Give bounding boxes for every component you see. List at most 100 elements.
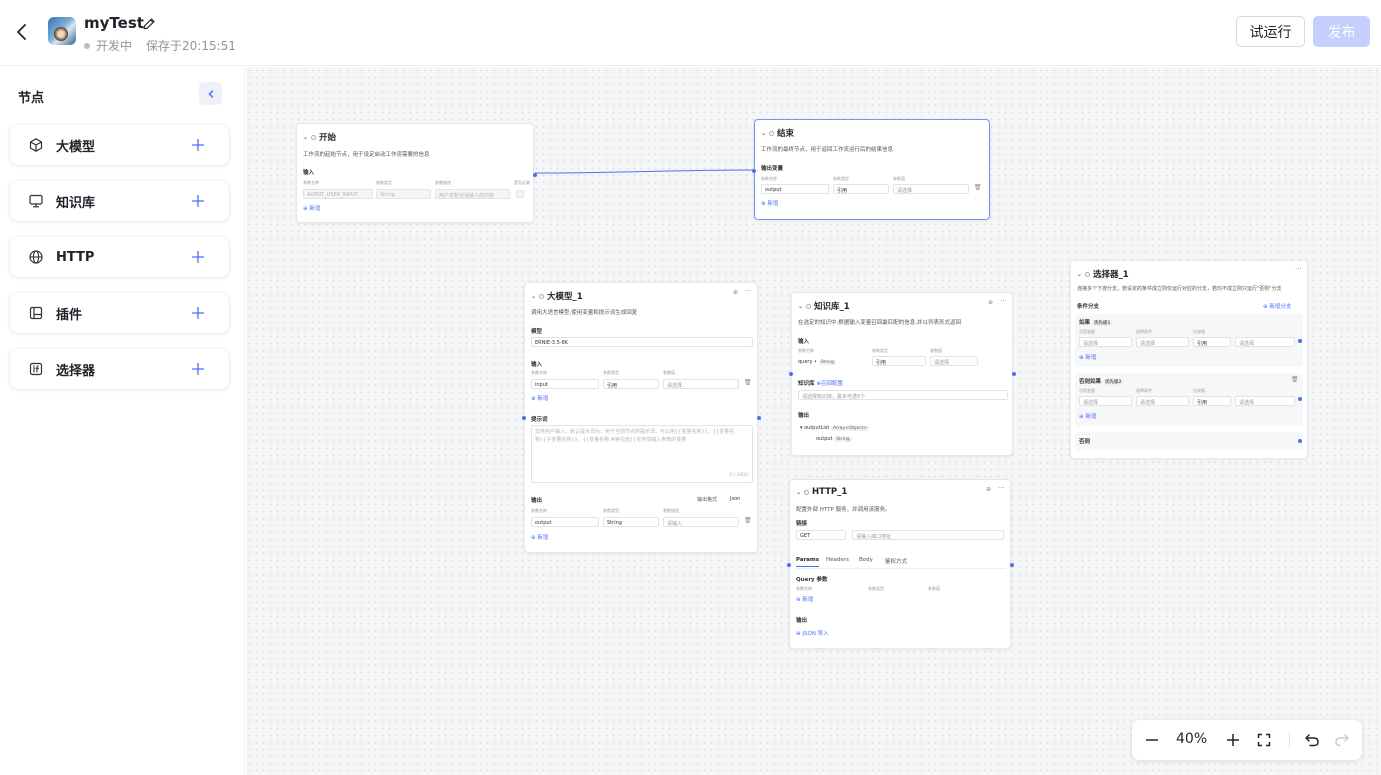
node-http[interactable]: ⌄ HTTP_1 ⊕ ··· 配置外部 HTTP 服务，并调用该服务。 链接 GE…	[787, 479, 1014, 649]
tab-body[interactable]: Body	[859, 557, 873, 563]
param-name-field[interactable]: AGENT_USER_INPUT	[303, 189, 373, 199]
else-branch-port[interactable]	[1298, 439, 1302, 443]
delete-icon[interactable]: 🗑	[974, 184, 982, 191]
json-import-button[interactable]: ⊕ JSON 导入	[796, 629, 829, 637]
chevron-down-icon[interactable]: ⌄	[1077, 271, 1082, 278]
zoom-in-button[interactable]	[1222, 729, 1244, 751]
more-icon[interactable]: ···	[745, 287, 752, 295]
redo-button[interactable]	[1331, 729, 1353, 751]
plus-icon[interactable]	[191, 306, 205, 320]
more-icon[interactable]: ···	[1000, 297, 1007, 305]
chevron-down-icon[interactable]: ⌄	[798, 303, 803, 310]
plus-icon[interactable]	[191, 362, 205, 376]
col-header: 参数名称	[796, 586, 812, 591]
node-start[interactable]: ⌄ 开始 工作流的起始节点，用于设定启动工作流需要的信息 输入 参数名称 参数类型…	[296, 123, 537, 223]
collapse-sidebar-button[interactable]	[199, 82, 222, 105]
add-output-button[interactable]: ⊕ 新增	[531, 533, 548, 541]
settings-icon[interactable]: ⊕	[986, 486, 991, 493]
recall-config-link[interactable]: ⊕召回配置	[816, 381, 843, 387]
delete-icon[interactable]: 🗑	[744, 517, 752, 524]
node-knowledge[interactable]: ⌄ 知识库_1 ⊕ ··· 在选定的知识中,根据输入变量召回最匹配的信息,并以列表…	[789, 292, 1016, 456]
add-param-button[interactable]: ⊕ 新增	[531, 394, 548, 402]
back-arrow-icon[interactable]	[12, 20, 32, 44]
publish-button[interactable]: 发布	[1313, 16, 1370, 47]
sidebar-item-selector[interactable]: 选择器	[10, 349, 229, 389]
param-type-select[interactable]: 引用	[603, 379, 659, 389]
plus-icon[interactable]	[191, 138, 205, 152]
compare-type-select[interactable]: 引用	[1193, 337, 1231, 347]
settings-icon[interactable]: ⊕	[988, 299, 993, 306]
plus-icon[interactable]	[191, 194, 205, 208]
kb-select[interactable]: 请选择知识库，最多可选5个	[798, 390, 1008, 400]
more-icon[interactable]: ···	[1295, 265, 1302, 273]
method-select[interactable]: GET	[796, 530, 846, 540]
sidebar-item-plugin[interactable]: 插件	[10, 293, 229, 333]
output-type-select[interactable]: String	[603, 517, 659, 527]
tab-headers[interactable]: Headers	[826, 557, 849, 563]
condition-select[interactable]: 请选择	[1136, 396, 1189, 406]
zoom-out-button[interactable]	[1141, 729, 1163, 751]
compare-value-select[interactable]: 请选择	[1235, 337, 1295, 347]
tab-params[interactable]: Params	[796, 557, 820, 567]
param-type-select[interactable]: 引用	[833, 184, 889, 194]
input-port[interactable]	[752, 169, 756, 173]
param-type-select[interactable]: 引用	[872, 356, 926, 366]
chevron-down-icon[interactable]: ⌄	[796, 489, 801, 496]
output-port[interactable]	[757, 416, 761, 420]
delete-icon[interactable]: 🗑	[1291, 376, 1299, 383]
param-desc-field[interactable]: 用户本轮对话输入的内容	[435, 189, 510, 199]
output-desc-field[interactable]: 请输入	[663, 517, 739, 527]
plus-icon[interactable]	[191, 250, 205, 264]
node-selector[interactable]: ⌄ 选择器_1 ··· 连接多个下游分支，若设定的条件成立则仅运行对应的分支，若均…	[1070, 260, 1308, 459]
tab-auth[interactable]: 鉴权方式	[885, 557, 907, 565]
input-port[interactable]	[787, 563, 791, 567]
chevron-down-icon[interactable]: ⌄	[761, 130, 766, 137]
sidebar-item-knowledge[interactable]: 知识库	[10, 181, 229, 221]
node-llm[interactable]: ⌄ 大模型_1 ⊕ ··· 调用大语言模型,使用变量和提示词生成回复 模型 ERN…	[522, 282, 761, 553]
add-param-button[interactable]: ⊕ 新增	[303, 204, 320, 212]
param-type-field[interactable]: String	[376, 189, 431, 199]
workflow-canvas[interactable]: ⌄ 开始 工作流的起始节点，用于设定启动工作流需要的信息 输入 参数名称 参数类型…	[246, 67, 1381, 775]
more-icon[interactable]: ···	[998, 484, 1005, 492]
sidebar-item-http[interactable]: HTTP	[10, 237, 229, 277]
chevron-down-icon[interactable]: ⌄	[531, 293, 536, 300]
output-port[interactable]	[1010, 563, 1014, 567]
add-condition-button[interactable]: ⊕ 新增	[1079, 412, 1096, 420]
model-select[interactable]: ERNIE-3.5-8K	[531, 337, 753, 347]
prompt-textarea[interactable]: 支持用户输入。默认提示词为：用于当前节点的提示词，可以用{{变量名称}}。{{变…	[531, 425, 753, 483]
add-condition-button[interactable]: ⊕ 新增	[1079, 353, 1096, 361]
node-end[interactable]: ⌄ 结束 工作流的最终节点，用于返回工作流运行后的结果信息 输出变量 参数名称 参…	[752, 119, 990, 220]
param-value-select[interactable]: 请选择	[930, 356, 978, 366]
input-port[interactable]	[789, 372, 793, 376]
fit-view-button[interactable]	[1253, 729, 1275, 751]
settings-icon[interactable]: ⊕	[733, 289, 738, 296]
ref-variable-select[interactable]: 请选择	[1079, 396, 1132, 406]
param-value-select[interactable]: 请选择	[893, 184, 969, 194]
chevron-down-icon[interactable]: ⌄	[303, 134, 308, 141]
add-param-button[interactable]: ⊕ 新增	[761, 199, 778, 207]
col-header: 参数类型	[872, 348, 888, 353]
param-value-select[interactable]: 请选择	[663, 379, 739, 389]
output-name-field[interactable]: output	[531, 517, 599, 527]
compare-value-select[interactable]: 请选择	[1235, 396, 1295, 406]
pencil-icon[interactable]	[141, 16, 157, 32]
add-branch-button[interactable]: ⊕ 新增分支	[1263, 302, 1291, 310]
elif-branch-port[interactable]	[1298, 397, 1302, 401]
test-run-button[interactable]: 试运行	[1236, 16, 1305, 47]
param-name-field[interactable]: input	[531, 379, 599, 389]
condition-select[interactable]: 请选择	[1136, 337, 1189, 347]
undo-button[interactable]	[1301, 729, 1323, 751]
delete-icon[interactable]: 🗑	[744, 379, 752, 386]
add-param-button[interactable]: ⊕ 新增	[796, 595, 813, 603]
output-port[interactable]	[1012, 372, 1016, 376]
sidebar-item-llm[interactable]: 大模型	[10, 125, 229, 165]
url-input[interactable]: 请输入接口地址	[852, 530, 1004, 540]
compare-type-select[interactable]: 引用	[1193, 396, 1231, 406]
output-format-select[interactable]: Json	[730, 496, 740, 502]
param-name-field[interactable]: output	[761, 184, 829, 194]
if-branch-port[interactable]	[1298, 339, 1302, 343]
ref-variable-select[interactable]: 请选择	[1079, 337, 1132, 347]
input-port[interactable]	[522, 416, 526, 420]
output-port[interactable]	[533, 173, 537, 177]
required-checkbox[interactable]	[516, 190, 524, 198]
